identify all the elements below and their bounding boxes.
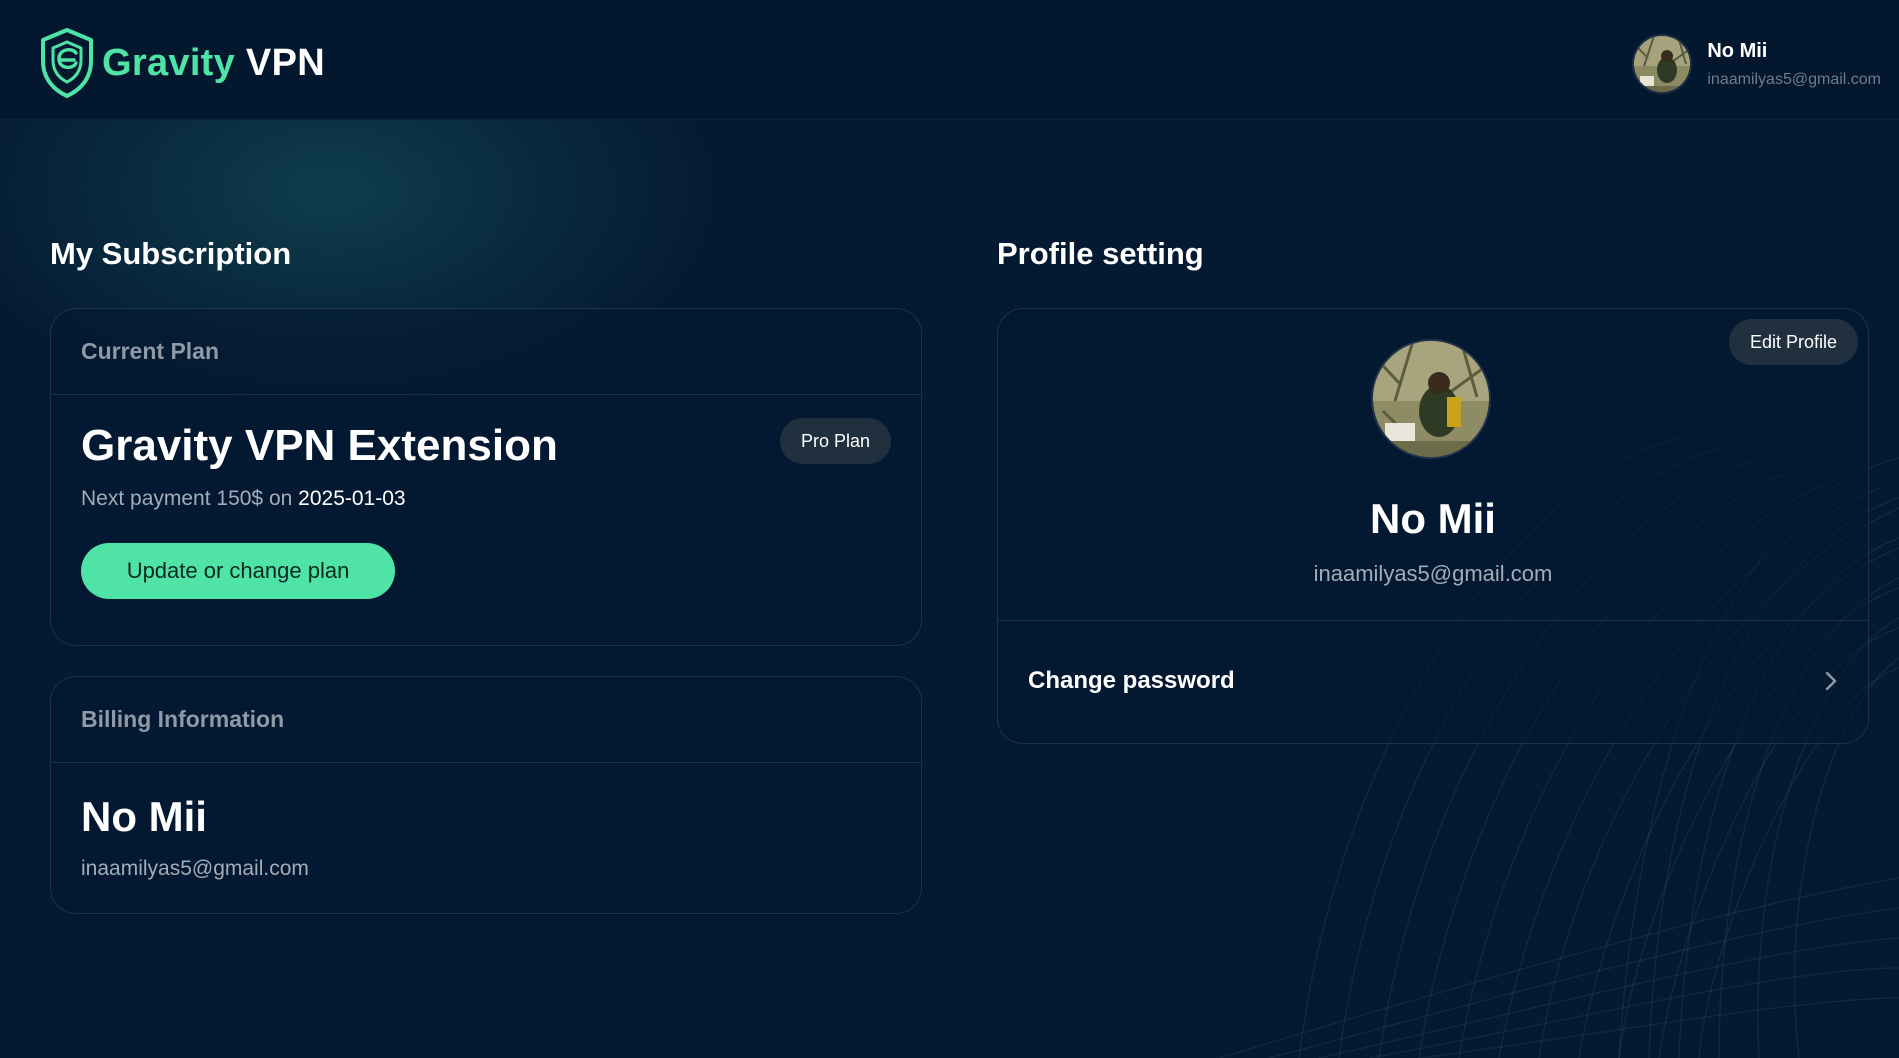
brand[interactable]: Gravity VPN bbox=[38, 27, 325, 99]
brand-name-main: VPN bbox=[245, 41, 325, 84]
chevron-right-icon bbox=[1825, 671, 1837, 691]
user-menu[interactable]: No Mii inaamilyas5@gmail.com bbox=[1632, 34, 1881, 94]
edit-profile-button[interactable]: Edit Profile bbox=[1728, 319, 1858, 365]
profile-avatar-photo bbox=[1373, 341, 1489, 457]
brand-name-accent: Gravity bbox=[102, 41, 236, 84]
page: Gravity VPN No Mii inaamilyas5@gmail.com bbox=[0, 0, 1899, 1058]
plan-name: Gravity VPN Extension bbox=[81, 421, 558, 470]
next-payment: Next payment 150$ on 2025-01-03 bbox=[81, 487, 406, 511]
profile-avatar[interactable] bbox=[1371, 339, 1491, 459]
avatar-photo bbox=[1634, 36, 1691, 92]
current-plan-card: Current Plan Gravity VPN Extension Pro P… bbox=[50, 308, 922, 646]
profile-name: No Mii bbox=[1370, 495, 1496, 542]
user-name: No Mii bbox=[1707, 40, 1768, 62]
user-email: inaamilyas5@gmail.com bbox=[1707, 71, 1881, 88]
change-password-label: Change password bbox=[1028, 667, 1235, 694]
profile-section-title: Profile setting bbox=[997, 236, 1204, 271]
subscription-section-title: My Subscription bbox=[50, 236, 292, 271]
top-bar: Gravity VPN No Mii inaamilyas5@gmail.com bbox=[0, 0, 1899, 120]
billing-name: No Mii bbox=[81, 793, 207, 840]
update-plan-button[interactable]: Update or change plan bbox=[81, 543, 395, 599]
user-info: No Mii inaamilyas5@gmail.com bbox=[1707, 39, 1881, 89]
change-password-row[interactable]: Change password bbox=[998, 621, 1868, 741]
next-payment-date: 2025-01-03 bbox=[298, 487, 406, 510]
shield-logo-icon bbox=[41, 28, 93, 98]
profile-email: inaamilyas5@gmail.com bbox=[1313, 561, 1553, 586]
profile-card: Edit Profile No Mii inaamilyas5@gmail.co… bbox=[997, 308, 1869, 744]
billing-card: Billing Information No Mii inaamilyas5@g… bbox=[50, 676, 922, 914]
billing-header: Billing Information bbox=[51, 677, 921, 763]
current-plan-header: Current Plan bbox=[51, 309, 921, 395]
brand-name: Gravity VPN bbox=[102, 42, 325, 85]
next-payment-text: Next payment 150$ on bbox=[81, 487, 293, 510]
plan-badge[interactable]: Pro Plan bbox=[779, 418, 891, 464]
avatar[interactable] bbox=[1632, 34, 1693, 94]
billing-email: inaamilyas5@gmail.com bbox=[81, 857, 309, 880]
